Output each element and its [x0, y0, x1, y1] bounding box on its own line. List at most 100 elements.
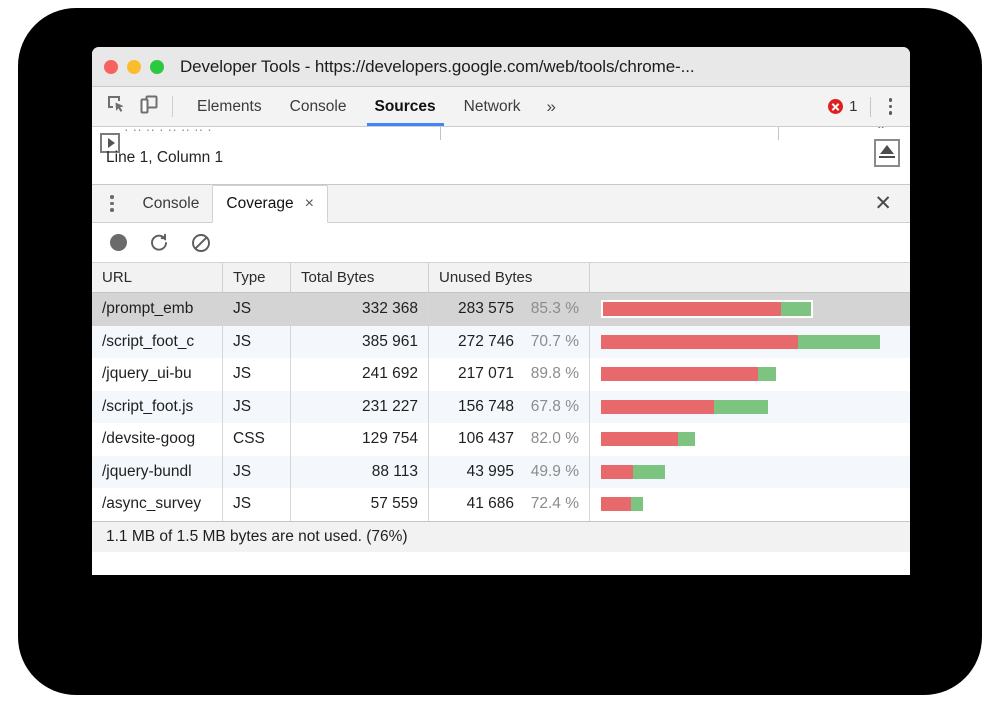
coverage-toolbar — [92, 223, 910, 263]
cell-unused-bytes: 272 746 70.7 % — [429, 325, 590, 358]
panel-tabs: Elements Console Sources Network » — [173, 87, 828, 126]
bar-segment-unused — [601, 399, 714, 414]
coverage-bar — [601, 367, 776, 382]
more-tabs-icon[interactable]: » — [535, 87, 568, 126]
coverage-bar — [601, 399, 768, 414]
unused-bytes-value: 283 575 — [457, 300, 514, 318]
cell-unused-bytes: 41 686 72.4 % — [429, 488, 590, 521]
bar-segment-unused — [601, 367, 758, 382]
window-titlebar: Developer Tools - https://developers.goo… — [92, 47, 910, 87]
cell-url: /script_foot.js — [92, 390, 223, 423]
close-icon[interactable]: × — [305, 195, 314, 213]
devtools-main-toolbar: Elements Console Sources Network » 1 — [92, 87, 910, 127]
window-title: Developer Tools - https://developers.goo… — [180, 56, 695, 76]
table-row[interactable]: /devsite-goog CSS 129 754 106 437 82.0 % — [92, 423, 910, 456]
reload-icon[interactable] — [149, 233, 169, 253]
cell-total-bytes: 57 559 — [291, 488, 429, 521]
cell-type: JS — [223, 390, 291, 423]
tab-network[interactable]: Network — [450, 87, 535, 126]
bar-segment-unused — [601, 334, 798, 349]
coverage-status-bar: 1.1 MB of 1.5 MB bytes are not used. (76… — [92, 520, 910, 552]
pretty-print-icon[interactable] — [874, 139, 900, 167]
cell-type: JS — [223, 455, 291, 488]
cell-coverage-bar — [590, 488, 910, 521]
cell-type: CSS — [223, 423, 291, 456]
cell-total-bytes: 88 113 — [291, 455, 429, 488]
unused-percent-value: 82.0 % — [530, 430, 579, 448]
cell-unused-bytes: 43 995 49.9 % — [429, 455, 590, 488]
unused-bytes-value: 43 995 — [466, 462, 514, 480]
cell-total-bytes: 385 961 — [291, 325, 429, 358]
cell-coverage-bar — [590, 326, 910, 359]
clear-all-icon[interactable] — [191, 233, 211, 253]
unused-percent-value: 85.3 % — [530, 300, 579, 318]
bar-segment-used — [758, 367, 776, 382]
drawer-tab-coverage[interactable]: Coverage × — [212, 185, 328, 223]
error-count-label: 1 — [849, 98, 858, 115]
coverage-table: URL Type Total Bytes Unused Bytes /promp… — [92, 263, 910, 552]
zoom-window-button[interactable] — [150, 59, 164, 74]
cell-url: /jquery_ui-bu — [92, 358, 223, 391]
record-button[interactable] — [110, 234, 127, 251]
device-toolbar-icon[interactable] — [139, 94, 160, 120]
column-header-url[interactable]: URL — [92, 263, 223, 292]
table-body: /prompt_emb JS 332 368 283 575 85.3 %/script… — [92, 293, 910, 521]
unused-percent-value: 72.4 % — [530, 495, 579, 513]
column-header-type[interactable]: Type — [223, 263, 291, 292]
bar-segment-used — [714, 399, 768, 414]
drawer-tab-console[interactable]: Console — [130, 185, 213, 222]
coverage-bar — [601, 464, 665, 479]
unused-bytes-value: 272 746 — [457, 332, 514, 350]
cell-url: /prompt_emb — [92, 293, 223, 326]
cell-total-bytes: 332 368 — [291, 293, 429, 326]
clipped-sources-row: · ·· ·· · ·· ·· ·· · · · · · · · ·· · » — [92, 127, 910, 140]
coverage-bar — [601, 497, 643, 512]
tab-elements[interactable]: Elements — [183, 87, 276, 126]
tab-sources[interactable]: Sources — [361, 87, 450, 126]
inspect-element-icon[interactable] — [106, 94, 127, 120]
column-header-total-bytes[interactable]: Total Bytes — [291, 263, 429, 292]
bar-segment-unused — [603, 302, 781, 317]
bar-segment-used — [781, 302, 811, 317]
cell-url: /script_foot_c — [92, 325, 223, 358]
table-row[interactable]: /prompt_emb JS 332 368 283 575 85.3 % — [92, 293, 910, 326]
kebab-menu-icon[interactable] — [883, 98, 899, 115]
coverage-bar — [601, 300, 813, 319]
error-count-badge[interactable]: 1 — [828, 98, 858, 115]
cell-type: JS — [223, 358, 291, 391]
bar-segment-unused — [601, 432, 678, 447]
cell-type: JS — [223, 293, 291, 326]
clipped-chevron-icon[interactable]: » — [878, 127, 886, 133]
bar-segment-used — [631, 497, 643, 512]
close-drawer-button[interactable]: ✕ — [856, 185, 910, 222]
table-header-row: URL Type Total Bytes Unused Bytes — [92, 263, 910, 293]
cell-unused-bytes: 156 748 67.8 % — [429, 390, 590, 423]
drawer-menu-icon[interactable] — [92, 185, 130, 222]
column-header-bar[interactable] — [590, 263, 910, 292]
cell-coverage-bar — [590, 391, 910, 424]
toolbar-icon-group — [92, 87, 172, 126]
column-header-unused-bytes[interactable]: Unused Bytes — [429, 263, 590, 292]
minimize-window-button[interactable] — [127, 59, 141, 74]
table-row[interactable]: /jquery-bundl JS 88 113 43 995 49.9 % — [92, 455, 910, 489]
table-row[interactable]: /jquery_ui-bu JS 241 692 217 071 89.8 % — [92, 358, 910, 391]
table-row[interactable]: /async_survey JS 57 559 41 686 72.4 % — [92, 488, 910, 521]
cell-coverage-bar — [590, 456, 910, 489]
table-row[interactable]: /script_foot.js JS 231 227 156 748 67.8 % — [92, 390, 910, 424]
unused-bytes-value: 217 071 — [457, 365, 514, 383]
toolbar-right-group: 1 — [828, 87, 910, 126]
tab-console[interactable]: Console — [276, 87, 361, 126]
traffic-light-buttons — [104, 59, 164, 74]
sources-panel-strip: · ·· ·· · ·· ·· ·· · · · · · · · ·· · » … — [92, 127, 910, 185]
cell-type: JS — [223, 325, 291, 358]
bar-segment-unused — [601, 497, 631, 512]
table-row[interactable]: /script_foot_c JS 385 961 272 746 70.7 % — [92, 325, 910, 359]
screenshot-root: Developer Tools - https://developers.goo… — [0, 0, 1000, 703]
cell-url: /async_survey — [92, 488, 223, 521]
unused-percent-value: 70.7 % — [530, 332, 579, 350]
bar-segment-used — [798, 334, 880, 349]
error-icon — [828, 99, 844, 114]
close-window-button[interactable] — [104, 59, 118, 74]
cell-unused-bytes: 283 575 85.3 % — [429, 293, 590, 326]
devtools-window: Developer Tools - https://developers.goo… — [92, 47, 910, 575]
